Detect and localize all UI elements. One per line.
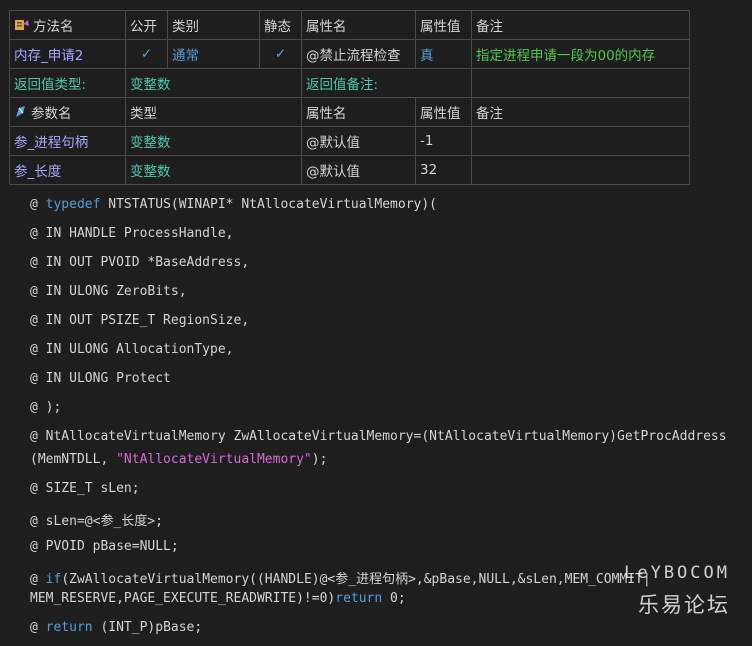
category-header: 类别 [167, 10, 260, 40]
code-token: @ [30, 197, 46, 212]
code-line[interactable]: @ IN HANDLE ProcessHandle, [30, 226, 234, 241]
watermark-forum: 乐易论坛 [638, 593, 730, 617]
code-line[interactable]: @ sLen=@<参_长度>; [30, 510, 163, 529]
param-type-cell[interactable]: 变整数 [125, 126, 302, 156]
attr-name-cell[interactable]: @禁止流程检查 [301, 39, 416, 69]
param-icon [14, 105, 28, 123]
param-attr-name-cell[interactable]: @默认值 [301, 126, 416, 156]
method-name-header-label: 方法名 [33, 18, 74, 35]
param-attr-value-header: 属性值 [415, 97, 472, 127]
watermark-site: LeYBOCOM [624, 563, 730, 583]
code-token: MEM_RESERVE,PAGE_EXECUTE_READWRITE)!=0) [30, 591, 336, 606]
param-attr-name-cell[interactable]: @默认值 [301, 155, 416, 185]
code-token: @ [30, 620, 46, 635]
code-string: "NtAllocateVirtualMemory" [116, 452, 312, 467]
param-name-header: 参数名 [9, 97, 126, 127]
code-token: (ZwAllocateVirtualMemory((HANDLE)@<参_进程句… [61, 572, 651, 587]
code-line[interactable]: @ if(ZwAllocateVirtualMemory((HANDLE)@<参… [30, 568, 651, 587]
param-type-header: 类型 [125, 97, 302, 127]
return-note-label: 返回值备注: [301, 68, 472, 98]
public-header: 公开 [125, 10, 168, 40]
param-type-cell[interactable]: 变整数 [125, 155, 302, 185]
code-token: ); [311, 452, 328, 467]
return-type-label: 返回值类型: [9, 68, 126, 98]
param-header-row: 参数名 类型 属性名 属性值 备注 [9, 97, 690, 127]
param-name-cell[interactable]: 参_长度 [9, 155, 126, 185]
code-token: 0; [382, 591, 406, 606]
method-table: 方法名 公开 类别 静态 属性名 属性值 备注 内存_申请2 ✓ 通常 ✓ @禁… [9, 10, 690, 98]
static-checkbox[interactable]: ✓ [259, 39, 302, 69]
param-table: 参数名 类型 属性名 属性值 备注 参_进程句柄 变整数 @默认值 -1 参_长… [9, 97, 690, 185]
note-cell[interactable]: 指定进程申请一段为00的内存 [471, 39, 690, 69]
method-name-cell[interactable]: 内存_申请2 [9, 39, 126, 69]
public-checkbox[interactable]: ✓ [125, 39, 168, 69]
code-keyword: typedef [45, 197, 101, 212]
return-row[interactable]: 返回值类型: 变整数 返回值备注: [9, 68, 690, 98]
code-line[interactable]: MEM_RESERVE,PAGE_EXECUTE_READWRITE)!=0)r… [30, 591, 406, 606]
code-line[interactable]: @ typedef NTSTATUS(WINAPI* NtAllocateVir… [30, 197, 437, 212]
method-icon [14, 18, 30, 36]
note-header: 备注 [471, 10, 690, 40]
return-note-value[interactable] [471, 68, 690, 98]
attr-value-cell[interactable]: 真 [415, 39, 472, 69]
attr-name-header: 属性名 [301, 10, 416, 40]
param-note-cell[interactable] [471, 126, 690, 156]
method-header-row: 方法名 公开 类别 静态 属性名 属性值 备注 [9, 10, 690, 40]
param-attr-name-header: 属性名 [301, 97, 416, 127]
code-line[interactable]: (MemNTDLL, "NtAllocateVirtualMemory"); [30, 452, 327, 467]
attr-value-header: 属性值 [415, 10, 472, 40]
code-token: @ [30, 572, 46, 587]
method-row[interactable]: 内存_申请2 ✓ 通常 ✓ @禁止流程检查 真 指定进程申请一段为00的内存 [9, 39, 690, 69]
param-name-cell[interactable]: 参_进程句柄 [9, 126, 126, 156]
code-line[interactable]: @ ); [30, 400, 61, 415]
method-name-header: 方法名 [9, 10, 126, 40]
code-token: (MemNTDLL, [30, 452, 117, 467]
code-line[interactable]: @ IN ULONG AllocationType, [30, 342, 234, 357]
code-keyword: return [335, 591, 383, 606]
code-line[interactable]: @ SIZE_T sLen; [30, 481, 140, 496]
code-keyword: if [45, 572, 62, 587]
return-type-value[interactable]: 变整数 [125, 68, 302, 98]
static-header: 静态 [259, 10, 302, 40]
code-keyword: return [45, 620, 93, 635]
code-line[interactable]: @ IN OUT PSIZE_T RegionSize, [30, 313, 249, 328]
code-line[interactable]: @ PVOID pBase=NULL; [30, 539, 179, 554]
code-token: NTSTATUS(WINAPI* NtAllocateVirtualMemory… [100, 197, 437, 212]
code-line[interactable]: @ IN ULONG ZeroBits, [30, 284, 187, 299]
param-attr-value-cell[interactable]: -1 [415, 126, 472, 156]
param-note-cell[interactable] [471, 155, 690, 185]
param-name-header-label: 参数名 [31, 105, 72, 122]
param-attr-value-cell[interactable]: 32 [415, 155, 472, 185]
code-line[interactable]: @ NtAllocateVirtualMemory ZwAllocateVirt… [30, 429, 727, 444]
code-line[interactable]: @ IN ULONG Protect [30, 371, 171, 386]
code-line[interactable]: @ return (INT_P)pBase; [30, 620, 202, 635]
watermark: LeYBOCOM 乐易论坛 [624, 563, 730, 619]
code-token: (INT_P)pBase; [92, 620, 203, 635]
code-line[interactable]: @ IN OUT PVOID *BaseAddress, [30, 255, 249, 270]
param-note-header: 备注 [471, 97, 690, 127]
category-cell[interactable]: 通常 [167, 39, 260, 69]
param-row[interactable]: 参_长度 变整数 @默认值 32 [9, 155, 690, 185]
param-row[interactable]: 参_进程句柄 变整数 @默认值 -1 [9, 126, 690, 156]
